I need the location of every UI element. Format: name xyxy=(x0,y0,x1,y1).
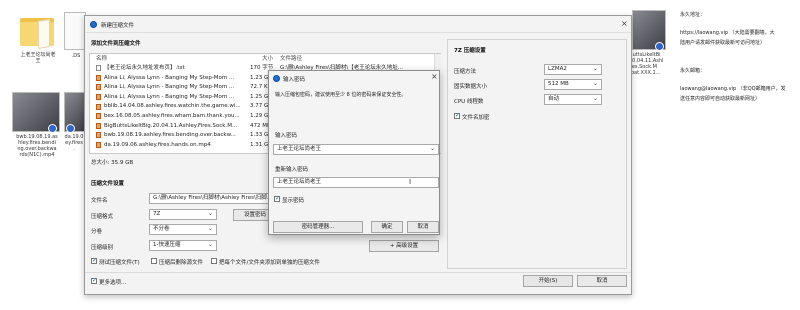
video-badge-icon xyxy=(66,124,75,133)
video-file-icon xyxy=(96,94,101,101)
cpu-threads-label: CPU 线程数 xyxy=(454,99,484,105)
method-label: 压缩方法 xyxy=(454,69,477,75)
text-cursor-icon: I xyxy=(409,178,412,186)
password-dialog-title: 输入密码 xyxy=(283,77,306,83)
video-file-icon xyxy=(96,103,101,110)
split-label: 分卷 xyxy=(91,229,103,235)
format-select[interactable]: 7Z xyxy=(149,209,217,220)
test-archive-checkbox[interactable] xyxy=(91,257,97,264)
7z-settings-panel: 7Z 压缩设置 压缩方法 LZMA2 固实数据大小 512 MB CPU 线程数… xyxy=(447,39,627,269)
encrypt-names-checkbox[interactable] xyxy=(454,112,460,119)
desktop-icon-label[interactable]: .DS xyxy=(66,53,86,59)
total-size: 总大小: 35.9 GB xyxy=(91,160,134,166)
delete-source-label[interactable]: 压缩后删除源文件 xyxy=(159,258,203,266)
close-icon[interactable]: × xyxy=(621,19,628,28)
file-icon[interactable] xyxy=(64,12,86,50)
solid-size-select[interactable]: 512 MB xyxy=(544,79,602,90)
method-select[interactable]: LZMA2 xyxy=(544,64,602,75)
password-manager-button[interactable]: 密码管理器... xyxy=(273,221,363,233)
file-name: 【老王论坛永久地址发布页】.txt xyxy=(104,65,185,71)
separate-archives-label[interactable]: 把每个文件/文件夹添加到单独的压缩文件 xyxy=(219,258,320,266)
video-badge-icon xyxy=(48,124,57,133)
more-options-checkbox[interactable] xyxy=(91,277,97,284)
password-hint: 输入压缩包密码，建议使用至少 8 位的密码来保证安全性。 xyxy=(275,92,407,98)
file-name: Alina Li, Alyssa Lynn - Banging My Step-… xyxy=(104,84,235,91)
permanent-address-title: 永久地址： xyxy=(680,12,706,18)
password-dialog: 输入密码 × 输入压缩包密码，建议使用至少 8 位的密码来保证安全性。 输入密码… xyxy=(268,70,440,235)
password-field[interactable]: 上老王论坛尚老王 xyxy=(273,144,439,155)
dialog-title: 新建压缩文件 xyxy=(101,23,135,29)
level-select[interactable]: 1-快速压缩 xyxy=(149,240,217,251)
folder-icon[interactable] xyxy=(20,18,54,46)
video-file-icon xyxy=(96,113,101,120)
text-file-icon xyxy=(96,65,101,72)
video-file-icon xyxy=(96,74,101,81)
column-name[interactable]: 名称 xyxy=(96,55,107,64)
video-file-icon xyxy=(96,122,101,129)
column-size[interactable]: 大小 xyxy=(262,55,273,64)
desktop-icon-label[interactable]: gButtsLikeItBi l.20.04.11.Ashl Fires.Soc… xyxy=(626,52,674,76)
7z-settings-title: 7Z 压缩设置 xyxy=(454,48,486,54)
video-file-icon xyxy=(96,132,101,139)
file-list-header: 名称 大小 文件路径 xyxy=(90,55,440,64)
app-logo-icon xyxy=(90,21,97,28)
email-title: 永久邮箱： xyxy=(680,68,706,74)
file-name: bwb.19.08.19.ashley.fires.bending.over.b… xyxy=(104,132,236,139)
show-password-label[interactable]: 显示密码 xyxy=(282,196,304,204)
password-label: 输入密码 xyxy=(275,133,298,139)
settings-title: 压缩文件设置 xyxy=(91,181,125,187)
video-file-icon xyxy=(96,84,101,91)
app-logo-icon xyxy=(273,75,280,82)
more-options-label[interactable]: 更多选项... xyxy=(99,278,126,286)
close-icon[interactable]: × xyxy=(431,72,438,81)
format-label: 压缩格式 xyxy=(91,214,114,220)
file-name: da.19.09.06.ashley.fires.hands.on.mp4 xyxy=(104,141,211,148)
cancel-button[interactable]: 取消 xyxy=(577,275,627,287)
cancel-button[interactable]: 取消 xyxy=(407,221,439,233)
column-path[interactable]: 文件路径 xyxy=(280,55,302,64)
email-body: laowang@laowang.vip （非QQ邮箱用户，发 送任意内容即可自动… xyxy=(680,86,786,102)
solid-size-label: 固实数据大小 xyxy=(454,84,488,90)
permanent-address-body: https://laowang.vip （大陆需要翻墙，大 陆用户请发邮件获取最… xyxy=(680,30,775,46)
file-name: Alina Li, Alyssa Lynn - Banging My Step-… xyxy=(104,74,235,81)
split-select[interactable]: 不分卷 xyxy=(149,224,217,235)
separate-archives-checkbox[interactable] xyxy=(211,258,217,264)
level-label: 压缩级别 xyxy=(91,245,114,251)
encrypt-names-label[interactable]: 文件名加密 xyxy=(462,113,490,121)
show-password-checkbox[interactable] xyxy=(274,195,280,202)
file-name-label: 文件名 xyxy=(91,198,108,204)
title-bar[interactable]: 新建压缩文件 × xyxy=(85,16,631,33)
video-badge-icon xyxy=(655,42,664,51)
file-name: BigButtsLikeItBig.20.04.11.Ashley.Fires.… xyxy=(104,122,238,129)
desktop-icon-label[interactable]: da.19.0 ey.fires . xyxy=(62,134,86,152)
file-name: Alina Li, Alyssa Lynn - Banging My Step-… xyxy=(104,93,235,100)
delete-source-checkbox[interactable] xyxy=(151,258,157,264)
add-files-title: 添加文件到压缩文件 xyxy=(91,41,141,47)
ok-button[interactable]: 确定 xyxy=(371,221,403,233)
start-button[interactable]: 开始(S) xyxy=(523,275,573,287)
confirm-password-field[interactable]: 上老王论坛尚老王 xyxy=(273,177,439,188)
video-file-icon xyxy=(96,142,101,149)
desktop-icon-label[interactable]: 上老王论坛尚老 王 xyxy=(8,52,68,64)
advanced-settings-button[interactable]: + 高级设置 xyxy=(369,240,439,252)
file-name: bex.16.08.05.ashley.fires.wham.bam.thank… xyxy=(104,113,240,119)
test-archive-label[interactable]: 测试压缩文件(T) xyxy=(99,258,140,266)
confirm-password-label: 重新输入密码 xyxy=(275,167,309,173)
desktop-icon-label[interactable]: bwb.19.08.19.as hley.fires.bendi ng.over… xyxy=(8,134,66,158)
file-name: bblib.14.04.08.ashley.fires.watchin.the.… xyxy=(104,103,241,110)
cpu-threads-select[interactable]: 自动 xyxy=(544,94,602,105)
